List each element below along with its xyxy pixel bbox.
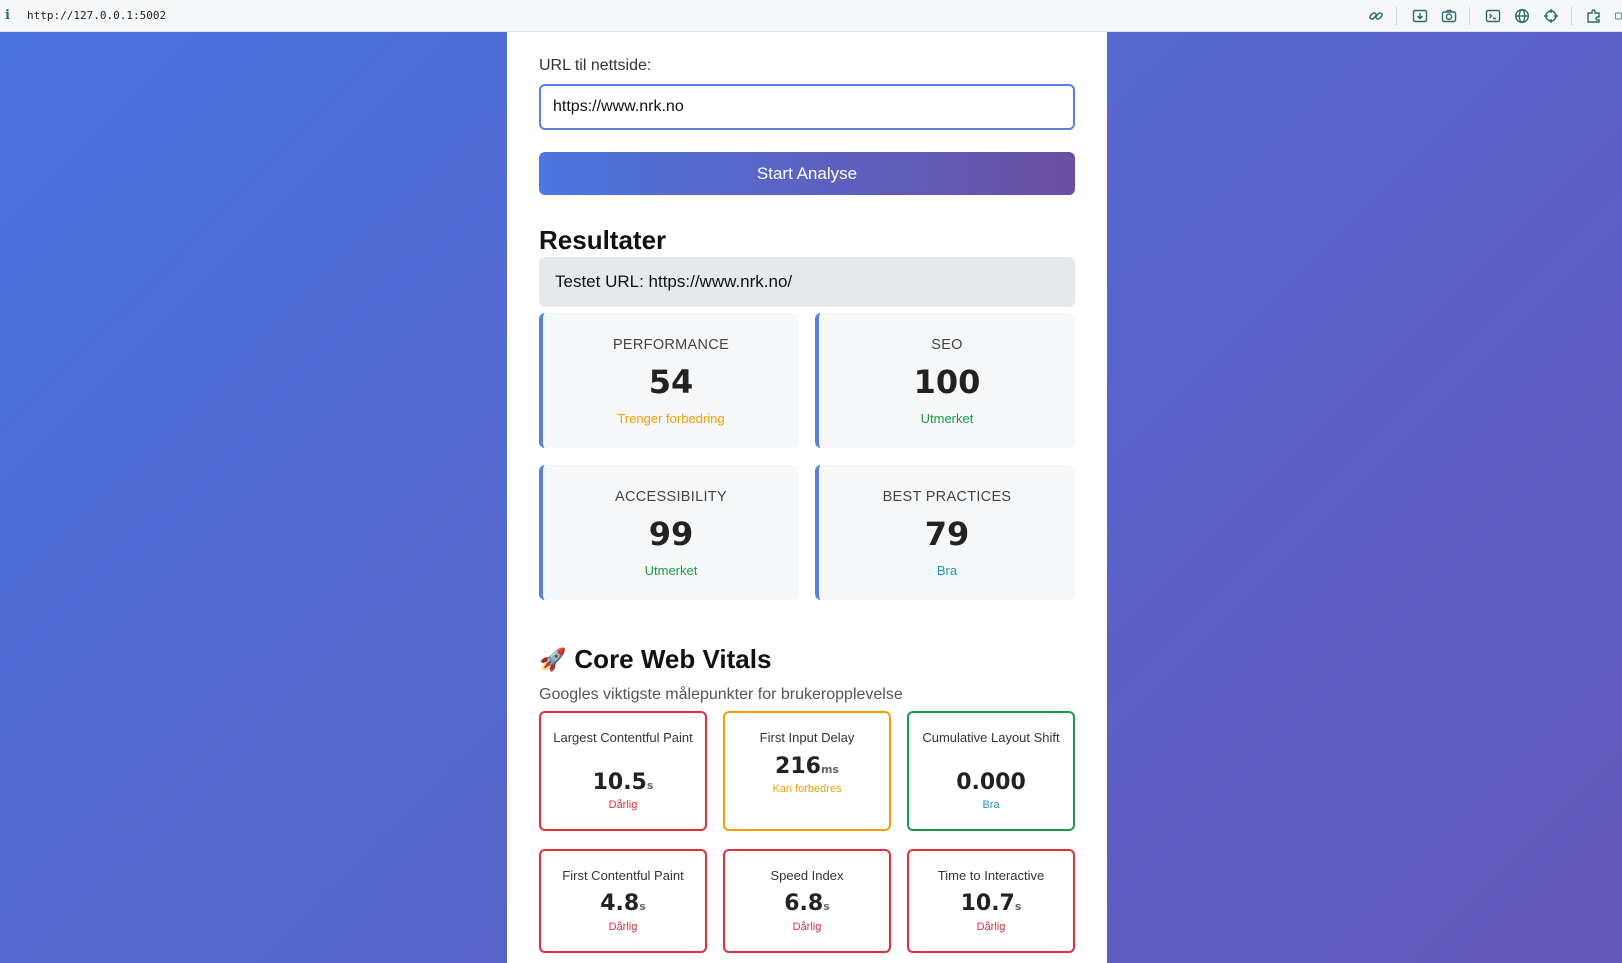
vital-value: 10.7s — [909, 891, 1073, 916]
score-status: Bra — [936, 563, 958, 578]
score-card-performance: PERFORMANCE 54 Trenger forbedring — [539, 313, 799, 448]
toolbar-divider — [1469, 7, 1470, 25]
vital-value: 6.8s — [725, 891, 889, 916]
terminal-icon[interactable] — [1484, 7, 1502, 25]
tested-url: Testet URL: https://www.nrk.no/ — [539, 257, 1075, 307]
vital-unit: s — [823, 900, 830, 913]
vital-card-tti: Time to Interactive 10.7s Dårlig — [907, 849, 1075, 953]
score-status: Utmerket — [920, 411, 974, 426]
globe-icon[interactable] — [1513, 7, 1531, 25]
toolbar-icons — [1367, 0, 1622, 32]
score-value: 54 — [648, 363, 694, 401]
score-value: 99 — [648, 515, 694, 553]
vital-card-speed-index: Speed Index 6.8s Dårlig — [723, 849, 891, 953]
toolbar-divider — [1396, 7, 1397, 25]
url-input[interactable] — [539, 84, 1075, 130]
vital-value: 4.8s — [541, 891, 705, 916]
score-status: Trenger forbedring — [617, 411, 725, 426]
score-value: 79 — [924, 515, 970, 553]
url-label: URL til nettside: — [539, 57, 652, 74]
vital-status: Dårlig — [608, 921, 638, 933]
vital-name: First Input Delay — [759, 730, 855, 745]
vital-card-fid: First Input Delay 216ms Kan forbedres — [723, 711, 891, 831]
crosshair-icon[interactable] — [1542, 7, 1560, 25]
score-label: SEO — [931, 337, 963, 353]
score-status: Utmerket — [644, 563, 698, 578]
address-bar[interactable]: http://127.0.0.1:5002 — [27, 9, 166, 22]
vital-status: Kan forbedres — [772, 783, 842, 795]
vital-status: Dårlig — [976, 921, 1006, 933]
vital-unit: s — [1014, 900, 1022, 913]
vital-number: 6.8 — [784, 891, 824, 916]
vital-unit: s — [639, 900, 646, 913]
score-label: PERFORMANCE — [612, 337, 730, 353]
info-icon[interactable]: i — [5, 8, 21, 23]
vital-name: Largest Contentful Paint — [553, 730, 693, 745]
vital-unit: s — [646, 779, 654, 792]
vital-status: Dårlig — [792, 921, 822, 933]
vital-number: 4.8 — [600, 891, 640, 916]
vital-value: 216ms — [725, 754, 889, 779]
vital-name: Speed Index — [770, 868, 844, 883]
vital-card-lcp: Largest Contentful Paint 10.5s Dårlig — [539, 711, 707, 831]
start-analysis-button[interactable]: Start Analyse — [539, 152, 1075, 195]
vital-number: 10.5 — [592, 770, 647, 795]
vital-number: 216 — [775, 754, 821, 779]
score-label: BEST PRACTICES — [882, 489, 1012, 505]
score-card-accessibility: ACCESSIBILITY 99 Utmerket — [539, 465, 799, 600]
score-card-seo: SEO 100 Utmerket — [815, 313, 1075, 448]
analysis-panel: URL til nettside: Start Analyse Resultat… — [507, 32, 1107, 963]
camera-icon[interactable] — [1440, 7, 1458, 25]
link-icon[interactable] — [1367, 7, 1385, 25]
core-web-vitals-subtitle: Googles viktigste målepunkter for bruker… — [539, 686, 903, 703]
core-web-vitals-heading: Core Web Vitals — [574, 644, 772, 674]
vital-number: 0.000 — [956, 770, 1026, 795]
vital-status: Bra — [982, 799, 1000, 811]
vital-name: First Contentful Paint — [562, 868, 684, 883]
extension-icon[interactable] — [1586, 7, 1604, 25]
vital-value: 10.5s — [541, 770, 705, 795]
rocket-icon: 🚀 — [539, 646, 567, 672]
download-icon[interactable] — [1411, 7, 1429, 25]
vital-name: Cumulative Layout Shift — [922, 730, 1060, 745]
toolbar-divider — [1571, 7, 1572, 25]
vital-number: 10.7 — [960, 891, 1015, 916]
vital-name: Time to Interactive — [937, 868, 1045, 883]
results-title: Resultater — [539, 225, 667, 255]
vital-card-cls: Cumulative Layout Shift 0.000 Bra — [907, 711, 1075, 831]
score-value: 100 — [913, 363, 981, 401]
vital-card-fcp: First Contentful Paint 4.8s Dårlig — [539, 849, 707, 953]
core-web-vitals-title: 🚀 Core Web Vitals — [539, 644, 771, 675]
vital-value: 0.000 — [909, 770, 1073, 795]
score-label: ACCESSIBILITY — [615, 489, 727, 505]
score-card-best-practices: BEST PRACTICES 79 Bra — [815, 465, 1075, 600]
vital-status: Dårlig — [608, 799, 638, 811]
sidebar-icon[interactable] — [1615, 7, 1622, 25]
browser-toolbar: i http://127.0.0.1:5002 — [0, 0, 1622, 32]
vital-unit: ms — [820, 763, 839, 776]
